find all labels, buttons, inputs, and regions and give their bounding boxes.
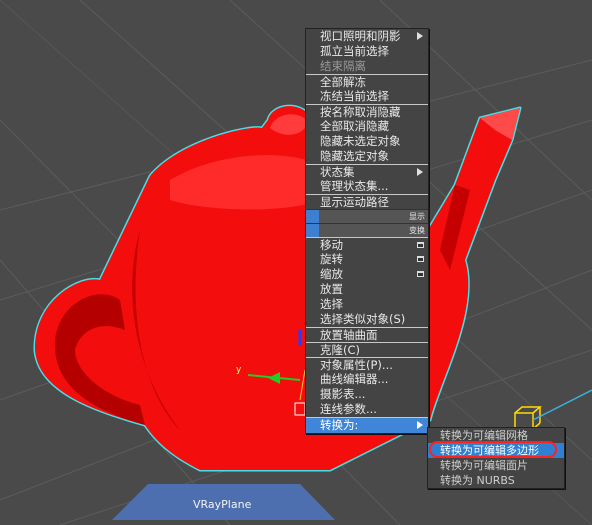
menu-item-select[interactable]: 选择: [306, 297, 428, 312]
convert-to-submenu[interactable]: 转换为可编辑网格 转换为可编辑多边形 转换为可编辑面片 转换为 NURBS: [427, 427, 565, 489]
menu-item-label: 管理状态集...: [320, 179, 389, 193]
menu-item-motion-paths[interactable]: 显示运动路径: [306, 194, 428, 209]
menu-item-label: 按名称取消隐藏: [320, 105, 401, 119]
menu-item-unhide-by-name[interactable]: 按名称取消隐藏: [306, 104, 428, 119]
settings-window-icon[interactable]: [417, 256, 424, 262]
highlight-circle: [429, 441, 557, 458]
menu-item-label: 对象属性(P)...: [320, 358, 393, 372]
submenu-item-nurbs[interactable]: 转换为 NURBS: [428, 473, 564, 488]
menu-item-label: 转换为可编辑面片: [440, 459, 528, 472]
menu-item-select-similar[interactable]: 选择类似对象(S): [306, 312, 428, 327]
menu-item-label: 转换为 NURBS: [440, 474, 515, 487]
menu-item-label: 选择: [320, 297, 343, 311]
menu-item-label: 视口照明和阴影: [320, 29, 401, 43]
submenu-arrow-icon: [417, 421, 423, 429]
menu-item-wire-parameters[interactable]: 连线参数...: [306, 402, 428, 417]
menu-item-clone[interactable]: 克隆(C): [306, 342, 428, 357]
menu-item-label: 转换为:: [320, 418, 359, 432]
quad-header-transform: 变换: [306, 223, 428, 237]
menu-item-label: 状态集: [320, 165, 355, 179]
menu-item-label: 连线参数...: [320, 402, 377, 416]
menu-item-object-properties[interactable]: 对象属性(P)...: [306, 357, 428, 372]
menu-item-move[interactable]: 移动: [306, 237, 428, 252]
menu-item-label: 全部解冻: [320, 75, 366, 89]
menu-item-label: 曲线编辑器...: [320, 372, 389, 386]
menu-item-label: 选择类似对象(S): [320, 312, 406, 326]
vray-plane-label: VRayPlane: [193, 498, 252, 511]
menu-item-label: 隐藏选定对象: [320, 149, 389, 163]
menu-item-rotate[interactable]: 旋转: [306, 252, 428, 267]
submenu-item-editable-patch[interactable]: 转换为可编辑面片: [428, 458, 564, 473]
menu-item-label: 孤立当前选择: [320, 44, 389, 58]
svg-text:y: y: [236, 365, 242, 375]
quad-header-display-label: 显示: [409, 212, 425, 221]
submenu-item-editable-poly[interactable]: 转换为可编辑多边形: [428, 441, 564, 458]
menu-item-place[interactable]: 放置: [306, 282, 428, 297]
menu-item-label: 放置: [320, 282, 343, 296]
menu-item-curve-editor[interactable]: 曲线编辑器...: [306, 372, 428, 387]
menu-item-end-isolate: 结束隔离: [306, 59, 428, 74]
quad-indicator: [306, 224, 319, 237]
menu-item-freeze-selection[interactable]: 冻结当前选择: [306, 89, 428, 104]
menu-item-label: 移动: [320, 238, 343, 252]
menu-item-hide-unselected[interactable]: 隐藏未选定对象: [306, 134, 428, 149]
settings-window-icon[interactable]: [417, 271, 424, 277]
submenu-arrow-icon: [417, 32, 423, 40]
menu-item-label: 旋转: [320, 252, 343, 266]
submenu-arrow-icon: [417, 168, 423, 176]
menu-item-label: 克隆(C): [320, 343, 361, 357]
menu-item-label: 摄影表...: [320, 387, 366, 401]
menu-item-state-sets[interactable]: 状态集: [306, 164, 428, 179]
light-gizmo[interactable]: [514, 389, 592, 430]
quad-menu[interactable]: 视口照明和阴影 孤立当前选择 结束隔离 全部解冻 冻结当前选择 按名称取消隐藏 …: [305, 28, 429, 434]
menu-item-label: 隐藏未选定对象: [320, 134, 401, 148]
menu-item-label: 冻结当前选择: [320, 89, 389, 103]
menu-item-viewport-lighting[interactable]: 视口照明和阴影: [306, 29, 428, 44]
menu-item-unhide-all[interactable]: 全部取消隐藏: [306, 119, 428, 134]
menu-item-label: 显示运动路径: [320, 195, 389, 209]
menu-item-hide-selection[interactable]: 隐藏选定对象: [306, 149, 428, 164]
quad-header-display: 显示: [306, 209, 428, 223]
menu-item-label: 放置轴曲面: [320, 328, 378, 342]
quad-header-transform-label: 变换: [409, 226, 425, 235]
menu-item-label: 全部取消隐藏: [320, 119, 389, 133]
settings-window-icon[interactable]: [417, 242, 424, 248]
menu-item-label: 缩放: [320, 267, 343, 281]
menu-item-manage-state-sets[interactable]: 管理状态集...: [306, 179, 428, 194]
menu-item-label: 结束隔离: [320, 59, 366, 73]
quad-indicator: [306, 210, 319, 223]
menu-item-unfreeze-all[interactable]: 全部解冻: [306, 74, 428, 89]
menu-item-isolate-selection[interactable]: 孤立当前选择: [306, 44, 428, 59]
menu-item-scale[interactable]: 缩放: [306, 267, 428, 282]
menu-item-dope-sheet[interactable]: 摄影表...: [306, 387, 428, 402]
menu-item-place-pivot-surface[interactable]: 放置轴曲面: [306, 327, 428, 342]
menu-item-convert-to[interactable]: 转换为:: [306, 417, 428, 433]
teapot-object[interactable]: [33, 104, 522, 472]
